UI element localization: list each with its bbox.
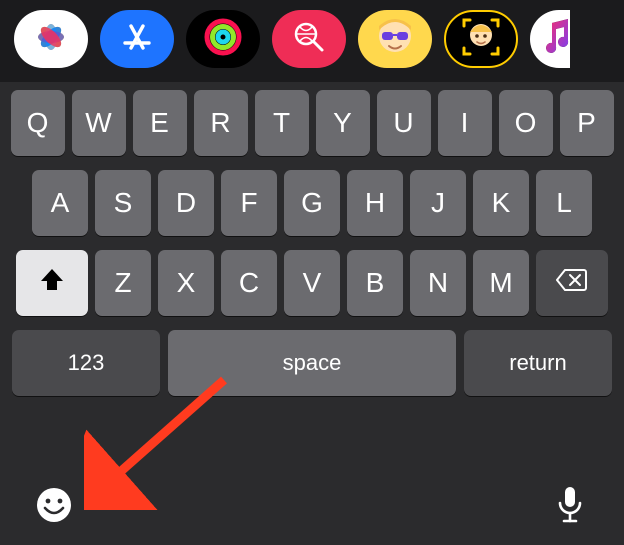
key-s[interactable]: S: [95, 170, 151, 236]
key-g[interactable]: G: [284, 170, 340, 236]
app-store-icon: [119, 19, 155, 60]
key-r[interactable]: R: [194, 90, 248, 156]
app-find[interactable]: [272, 10, 346, 68]
keyboard-row-2: A S D F G H J K L: [6, 170, 618, 236]
backspace-icon: [556, 267, 588, 299]
app-activity[interactable]: [186, 10, 260, 68]
key-z[interactable]: Z: [95, 250, 151, 316]
key-e[interactable]: E: [133, 90, 187, 156]
key-l[interactable]: L: [536, 170, 592, 236]
keyboard-row-1: Q W E R T Y U I O P: [6, 90, 618, 156]
key-o[interactable]: O: [499, 90, 553, 156]
key-j[interactable]: J: [410, 170, 466, 236]
key-p[interactable]: P: [560, 90, 614, 156]
key-h[interactable]: H: [347, 170, 403, 236]
key-d[interactable]: D: [158, 170, 214, 236]
dictation-button[interactable]: [548, 485, 592, 529]
key-b[interactable]: B: [347, 250, 403, 316]
app-photos[interactable]: [14, 10, 88, 68]
keyboard-row-bottom: 123 space return: [6, 330, 618, 396]
key-k[interactable]: K: [473, 170, 529, 236]
key-shift[interactable]: [16, 250, 88, 316]
key-x[interactable]: X: [158, 250, 214, 316]
key-w[interactable]: W: [72, 90, 126, 156]
emoji-keyboard-button[interactable]: [32, 485, 76, 529]
key-t[interactable]: T: [255, 90, 309, 156]
key-i[interactable]: I: [438, 90, 492, 156]
key-n[interactable]: N: [410, 250, 466, 316]
key-v[interactable]: V: [284, 250, 340, 316]
app-music[interactable]: [530, 10, 570, 68]
imessage-app-tray: [0, 0, 624, 82]
key-u[interactable]: U: [377, 90, 431, 156]
keyboard-bottom-bar: [0, 455, 624, 545]
key-q[interactable]: Q: [11, 90, 65, 156]
photos-icon: [32, 18, 70, 61]
magnifier-globe-icon: [290, 18, 328, 61]
shift-icon: [39, 267, 65, 300]
key-y[interactable]: Y: [316, 90, 370, 156]
key-return[interactable]: return: [464, 330, 612, 396]
key-backspace[interactable]: [536, 250, 608, 316]
key-a[interactable]: A: [32, 170, 88, 236]
activity-rings-icon: [203, 17, 243, 62]
app-memoji-editor[interactable]: [444, 10, 518, 68]
key-numbers[interactable]: 123: [12, 330, 160, 396]
memoji-sunglasses-icon: [372, 14, 418, 65]
microphone-icon: [555, 485, 585, 530]
key-f[interactable]: F: [221, 170, 277, 236]
ios-keyboard: Q W E R T Y U I O P A S D F G H J K L Z …: [0, 82, 624, 396]
app-memoji-sunglasses[interactable]: [358, 10, 432, 68]
key-c[interactable]: C: [221, 250, 277, 316]
memoji-focus-icon: [458, 14, 504, 65]
emoji-smile-icon: [35, 486, 73, 529]
keyboard-row-3: Z X C V B N M: [6, 250, 618, 316]
music-note-icon: [542, 19, 570, 60]
key-m[interactable]: M: [473, 250, 529, 316]
app-store[interactable]: [100, 10, 174, 68]
key-space[interactable]: space: [168, 330, 456, 396]
